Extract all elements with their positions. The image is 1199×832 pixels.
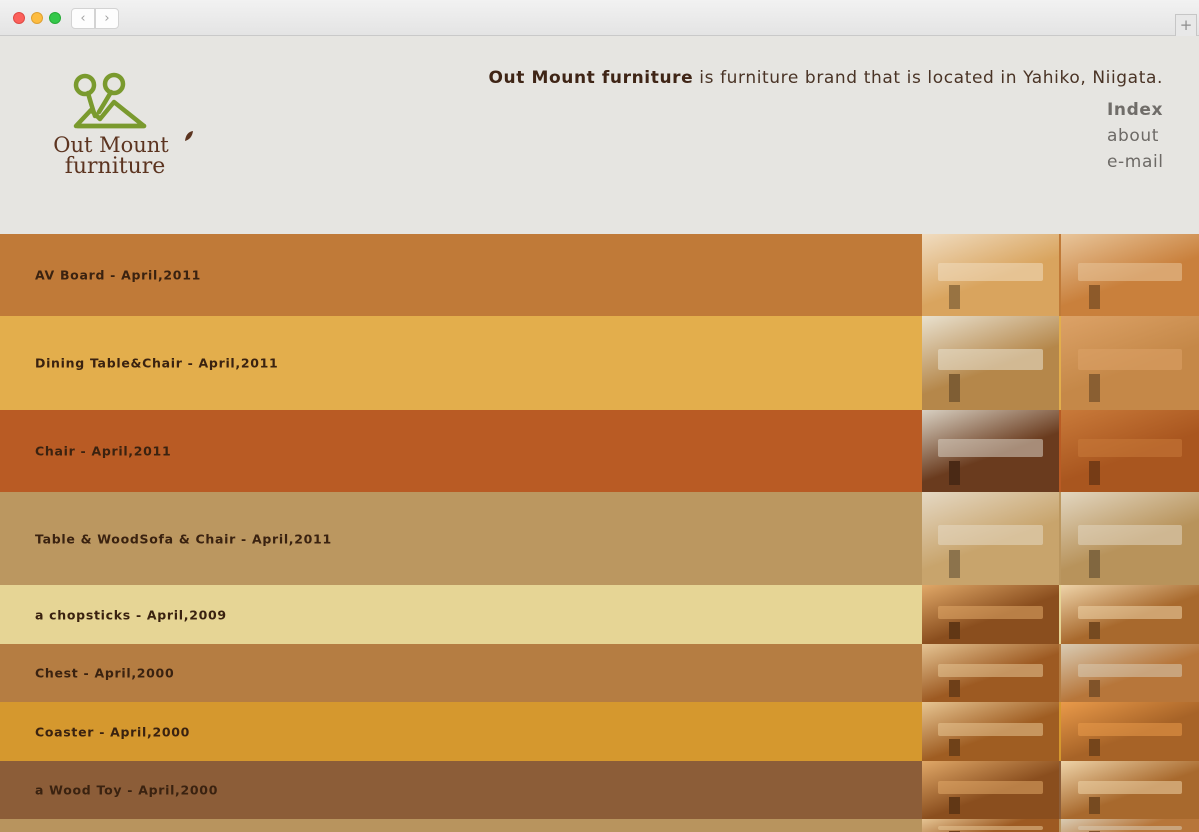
photo-detail [1077, 262, 1183, 281]
nav-email[interactable]: e-mail [1107, 149, 1164, 175]
work-thumbnail[interactable] [1061, 644, 1199, 702]
work-thumbnail[interactable] [922, 761, 1059, 819]
work-thumbnail[interactable] [922, 492, 1059, 585]
work-row-chopsticks[interactable]: a chopsticks - April,2009 [0, 585, 1199, 644]
work-thumbnail[interactable] [1061, 410, 1199, 492]
main-nav: Index about e-mail [1107, 97, 1164, 175]
forward-button[interactable]: › [95, 8, 119, 29]
work-thumbnail[interactable] [1061, 819, 1199, 832]
work-thumbnail[interactable] [922, 644, 1059, 702]
work-row-chest[interactable]: Chest - April,2000 [0, 644, 1199, 702]
photo-detail [1077, 781, 1183, 795]
photo-detail [1077, 524, 1183, 545]
photo-detail [949, 549, 961, 578]
work-row-table-sofa[interactable]: Table & WoodSofa & Chair - April,2011 [0, 492, 1199, 585]
photo-detail [1077, 722, 1183, 736]
work-thumbnail[interactable] [922, 819, 1059, 832]
work-row-partial[interactable] [0, 819, 1199, 832]
work-row-dining-table[interactable]: Dining Table&Chair - April,2011 [0, 316, 1199, 410]
photo-detail [1088, 284, 1100, 310]
photo-detail [1088, 460, 1100, 486]
tagline-brand: Out Mount furniture [488, 68, 694, 88]
nav-about[interactable]: about [1107, 123, 1164, 149]
work-row-chair[interactable]: Chair - April,2011 [0, 410, 1199, 492]
photo-detail [1088, 738, 1100, 757]
photo-detail [1077, 605, 1183, 619]
work-thumbnail[interactable] [922, 585, 1059, 644]
work-title: Chair - April,2011 [35, 443, 172, 459]
work-thumbnail[interactable] [922, 316, 1059, 410]
photo-detail [1088, 796, 1100, 815]
photo-detail [938, 348, 1043, 370]
logo-mark-icon [73, 72, 147, 129]
browser-toolbar: ‹ › + [0, 0, 1199, 36]
work-title: Table & WoodSofa & Chair - April,2011 [35, 531, 332, 546]
photo-detail [949, 796, 961, 815]
work-thumbnail[interactable] [1061, 316, 1199, 410]
work-title: a Wood Toy - April,2000 [35, 782, 219, 798]
logo-line-1: Out Mount [53, 133, 169, 157]
work-row-av-board[interactable]: AV Board - April,2011 [0, 234, 1199, 316]
photo-detail [949, 284, 961, 310]
back-button[interactable]: ‹ [71, 8, 95, 29]
close-window-button[interactable] [13, 12, 25, 24]
photo-detail [938, 722, 1043, 736]
work-thumbnail[interactable] [1061, 585, 1199, 644]
work-title: Coaster - April,2000 [35, 724, 191, 739]
nav-index[interactable]: Index [1107, 97, 1164, 123]
work-thumbnail[interactable] [922, 702, 1059, 761]
photo-detail [938, 524, 1043, 545]
photo-detail [938, 664, 1043, 678]
photo-detail [1088, 621, 1100, 640]
photo-detail [1088, 549, 1100, 578]
photo-detail [949, 374, 961, 403]
tagline-text: is furniture brand that is located in Ya… [693, 68, 1163, 88]
work-title: a chopsticks - April,2009 [35, 607, 227, 622]
photo-detail [938, 781, 1043, 795]
photo-detail [949, 621, 961, 640]
photo-detail [949, 679, 961, 698]
minimize-window-button[interactable] [31, 12, 43, 24]
photo-detail [1077, 664, 1183, 678]
photo-detail [1088, 679, 1100, 698]
work-row-coaster[interactable]: Coaster - April,2000 [0, 702, 1199, 761]
photo-detail [938, 605, 1043, 619]
photo-detail [1077, 348, 1183, 370]
logo-wordmark: Out Mount furniture [34, 134, 196, 178]
work-thumbnail[interactable] [1061, 234, 1199, 316]
leaf-icon [185, 131, 193, 141]
photo-detail [938, 262, 1043, 281]
photo-detail [1088, 374, 1100, 403]
photo-detail [1077, 438, 1183, 457]
photo-detail [1077, 826, 1183, 831]
work-thumbnail[interactable] [922, 234, 1059, 316]
work-thumbnail[interactable] [922, 410, 1059, 492]
photo-detail [938, 438, 1043, 457]
photo-detail [949, 460, 961, 486]
work-title: Chest - April,2000 [35, 665, 175, 681]
work-row-wood-toy[interactable]: a Wood Toy - April,2000 [0, 761, 1199, 819]
work-title: Dining Table&Chair - April,2011 [35, 355, 279, 371]
zoom-window-button[interactable] [49, 12, 61, 24]
work-thumbnail[interactable] [1061, 761, 1199, 819]
logo-line-2: furniture [64, 154, 166, 179]
site-tagline: Out Mount furniture is furniture brand t… [488, 68, 1163, 88]
brand-logo[interactable]: Out Mount furniture [34, 72, 196, 182]
work-thumbnail[interactable] [1061, 702, 1199, 761]
new-tab-button[interactable]: + [1175, 14, 1197, 36]
photo-detail [949, 738, 961, 757]
photo-detail [938, 826, 1043, 831]
work-thumbnail[interactable] [1061, 492, 1199, 585]
works-list: AV Board - April,2011 Dining Table&Chair… [0, 234, 1199, 832]
work-title: AV Board - April,2011 [35, 267, 201, 283]
